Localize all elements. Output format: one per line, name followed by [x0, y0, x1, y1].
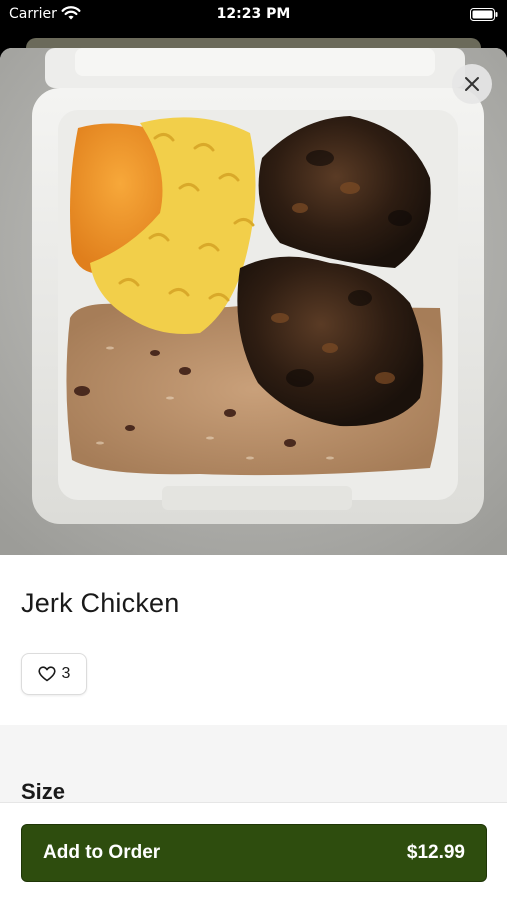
battery-icon [470, 8, 498, 21]
heart-outline-icon [37, 666, 56, 682]
food-photo [0, 48, 507, 555]
close-button[interactable] [452, 64, 492, 104]
bottom-bar: Add to Order $12.99 [0, 802, 507, 900]
order-price: $12.99 [406, 842, 465, 863]
status-bar: Carrier 12:23 PM [0, 0, 507, 30]
like-count: 3 [61, 665, 71, 682]
like-button[interactable]: 3 [21, 653, 87, 695]
item-detail-sheet: Jerk Chicken 3 Size Add to Order $12.99 [0, 48, 507, 900]
clock: 12:23 PM [216, 6, 291, 22]
add-to-order-button[interactable]: Add to Order $12.99 [21, 824, 487, 882]
close-icon [465, 77, 479, 91]
item-title: Jerk Chicken [21, 588, 180, 618]
add-to-order-label: Add to Order [43, 842, 161, 863]
